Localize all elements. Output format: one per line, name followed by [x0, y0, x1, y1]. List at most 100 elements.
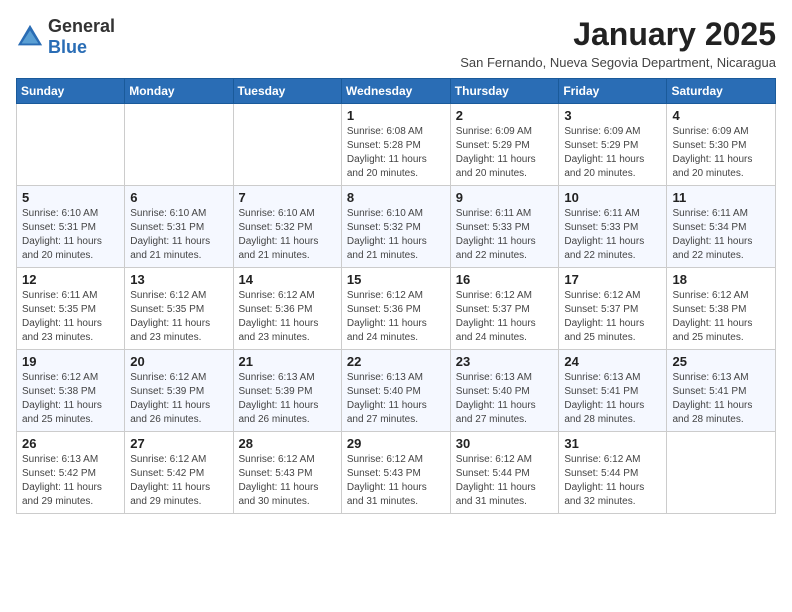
- calendar-day-25: 25Sunrise: 6:13 AMSunset: 5:41 PMDayligh…: [667, 350, 776, 432]
- calendar-day-5: 5 Sunrise: 6:10 AMSunset: 5:31 PMDaylight…: [17, 186, 125, 268]
- calendar-day-24: 24 Sunrise: 6:13 AMSunset: 5:41 PMDayligh…: [559, 350, 667, 432]
- day-number: 6: [130, 190, 227, 205]
- calendar-day-2: 2 Sunrise: 6:09 AMSunset: 5:29 PMDaylight…: [450, 104, 559, 186]
- calendar-day-18: 18 Sunrise: 6:12 AMSunset: 5:38 PMDayligh…: [667, 268, 776, 350]
- day-info: Sunrise: 6:12 AMSunset: 5:44 PMDaylight:…: [564, 453, 661, 509]
- day-number: 10: [564, 190, 661, 205]
- day-info: Sunrise: 6:11 AMSunset: 5:35 PMDaylight:…: [22, 289, 119, 345]
- day-info: Sunrise: 6:12 AMSunset: 5:36 PMDaylight:…: [239, 289, 336, 345]
- day-number: 28: [239, 436, 336, 451]
- day-number: 4: [672, 108, 770, 123]
- day-info: Sunrise: 6:12 AMSunset: 5:38 PMDaylight:…: [672, 289, 770, 345]
- day-info: Sunrise: 6:13 AMSunset: 5:41 PMDaylight:…: [564, 371, 661, 427]
- day-info: Sunrise: 6:11 AMSunset: 5:33 PMDaylight:…: [456, 207, 554, 263]
- day-info: Sunrise: 6:12 AMSunset: 5:37 PMDaylight:…: [456, 289, 554, 345]
- day-info: Sunrise: 6:13 AMSunset: 5:42 PMDaylight:…: [22, 453, 119, 509]
- calendar-day-27: 27 Sunrise: 6:12 AMSunset: 5:42 PMDayligh…: [125, 432, 233, 514]
- day-info: Sunrise: 6:12 AMSunset: 5:38 PMDaylight:…: [22, 371, 119, 427]
- calendar-week-5: 26 Sunrise: 6:13 AMSunset: 5:42 PMDayligh…: [17, 432, 776, 514]
- day-number: 11: [672, 190, 770, 205]
- day-number: 26: [22, 436, 119, 451]
- day-info: Sunrise: 6:10 AMSunset: 5:31 PMDaylight:…: [22, 207, 119, 263]
- day-number: 9: [456, 190, 554, 205]
- day-number: 24: [564, 354, 661, 369]
- weekday-header-row: SundayMondayTuesdayWednesdayThursdayFrid…: [17, 79, 776, 104]
- day-info: Sunrise: 6:12 AMSunset: 5:39 PMDaylight:…: [130, 371, 227, 427]
- calendar-week-2: 5 Sunrise: 6:10 AMSunset: 5:31 PMDaylight…: [17, 186, 776, 268]
- calendar-day-1: 1 Sunrise: 6:08 AMSunset: 5:28 PMDaylight…: [341, 104, 450, 186]
- day-number: 16: [456, 272, 554, 287]
- calendar-week-1: 1 Sunrise: 6:08 AMSunset: 5:28 PMDaylight…: [17, 104, 776, 186]
- day-number: 18: [672, 272, 770, 287]
- calendar-day-4: 4 Sunrise: 6:09 AMSunset: 5:30 PMDaylight…: [667, 104, 776, 186]
- calendar-day-26: 26 Sunrise: 6:13 AMSunset: 5:42 PMDayligh…: [17, 432, 125, 514]
- day-number: 5: [22, 190, 119, 205]
- day-info: Sunrise: 6:08 AMSunset: 5:28 PMDaylight:…: [347, 125, 445, 181]
- day-info: Sunrise: 6:12 AMSunset: 5:35 PMDaylight:…: [130, 289, 227, 345]
- calendar-day-6: 6 Sunrise: 6:10 AMSunset: 5:31 PMDaylight…: [125, 186, 233, 268]
- day-number: 15: [347, 272, 445, 287]
- day-number: 8: [347, 190, 445, 205]
- day-number: 14: [239, 272, 336, 287]
- day-number: 12: [22, 272, 119, 287]
- day-info: Sunrise: 6:10 AMSunset: 5:32 PMDaylight:…: [347, 207, 445, 263]
- day-info: Sunrise: 6:10 AMSunset: 5:31 PMDaylight:…: [130, 207, 227, 263]
- day-info: Sunrise: 6:11 AMSunset: 5:34 PMDaylight:…: [672, 207, 770, 263]
- day-number: 22: [347, 354, 445, 369]
- weekday-header-saturday: Saturday: [667, 79, 776, 104]
- day-info: Sunrise: 6:09 AMSunset: 5:29 PMDaylight:…: [564, 125, 661, 181]
- calendar-day-20: 20 Sunrise: 6:12 AMSunset: 5:39 PMDayligh…: [125, 350, 233, 432]
- day-info: Sunrise: 6:12 AMSunset: 5:43 PMDaylight:…: [347, 453, 445, 509]
- day-number: 17: [564, 272, 661, 287]
- day-number: 19: [22, 354, 119, 369]
- calendar-day-19: 19 Sunrise: 6:12 AMSunset: 5:38 PMDayligh…: [17, 350, 125, 432]
- calendar-day-9: 9 Sunrise: 6:11 AMSunset: 5:33 PMDaylight…: [450, 186, 559, 268]
- day-number: 13: [130, 272, 227, 287]
- calendar-day-22: 22 Sunrise: 6:13 AMSunset: 5:40 PMDayligh…: [341, 350, 450, 432]
- calendar-day-3: 3Sunrise: 6:09 AMSunset: 5:29 PMDaylight…: [559, 104, 667, 186]
- day-info: Sunrise: 6:13 AMSunset: 5:40 PMDaylight:…: [347, 371, 445, 427]
- day-number: 7: [239, 190, 336, 205]
- day-number: 1: [347, 108, 445, 123]
- calendar-week-4: 19 Sunrise: 6:12 AMSunset: 5:38 PMDayligh…: [17, 350, 776, 432]
- calendar-day-16: 16 Sunrise: 6:12 AMSunset: 5:37 PMDayligh…: [450, 268, 559, 350]
- calendar-week-3: 12 Sunrise: 6:11 AMSunset: 5:35 PMDayligh…: [17, 268, 776, 350]
- day-info: Sunrise: 6:09 AMSunset: 5:30 PMDaylight:…: [672, 125, 770, 181]
- logo-general: General: [48, 16, 115, 36]
- day-number: 23: [456, 354, 554, 369]
- day-info: Sunrise: 6:12 AMSunset: 5:42 PMDaylight:…: [130, 453, 227, 509]
- day-number: 27: [130, 436, 227, 451]
- day-info: Sunrise: 6:13 AMSunset: 5:40 PMDaylight:…: [456, 371, 554, 427]
- day-number: 2: [456, 108, 554, 123]
- day-info: Sunrise: 6:12 AMSunset: 5:37 PMDaylight:…: [564, 289, 661, 345]
- calendar-day-7: 7Sunrise: 6:10 AMSunset: 5:32 PMDaylight…: [233, 186, 341, 268]
- day-info: Sunrise: 6:13 AMSunset: 5:41 PMDaylight:…: [672, 371, 770, 427]
- calendar-day-29: 29Sunrise: 6:12 AMSunset: 5:43 PMDayligh…: [341, 432, 450, 514]
- day-info: Sunrise: 6:12 AMSunset: 5:43 PMDaylight:…: [239, 453, 336, 509]
- page-header: General Blue January 2025 San Fernando, …: [16, 16, 776, 70]
- title-block: January 2025 San Fernando, Nueva Segovia…: [460, 16, 776, 70]
- day-number: 20: [130, 354, 227, 369]
- calendar-day-11: 11 Sunrise: 6:11 AMSunset: 5:34 PMDayligh…: [667, 186, 776, 268]
- weekday-header-monday: Monday: [125, 79, 233, 104]
- calendar-day-30: 30Sunrise: 6:12 AMSunset: 5:44 PMDayligh…: [450, 432, 559, 514]
- calendar-day-21: 21Sunrise: 6:13 AMSunset: 5:39 PMDayligh…: [233, 350, 341, 432]
- logo-text: General Blue: [48, 16, 115, 58]
- weekday-header-wednesday: Wednesday: [341, 79, 450, 104]
- location-subtitle: San Fernando, Nueva Segovia Department, …: [460, 55, 776, 70]
- weekday-header-thursday: Thursday: [450, 79, 559, 104]
- day-info: Sunrise: 6:09 AMSunset: 5:29 PMDaylight:…: [456, 125, 554, 181]
- day-info: Sunrise: 6:12 AMSunset: 5:44 PMDaylight:…: [456, 453, 554, 509]
- weekday-header-tuesday: Tuesday: [233, 79, 341, 104]
- calendar-day-12: 12 Sunrise: 6:11 AMSunset: 5:35 PMDayligh…: [17, 268, 125, 350]
- weekday-header-sunday: Sunday: [17, 79, 125, 104]
- calendar-day-31: 31 Sunrise: 6:12 AMSunset: 5:44 PMDayligh…: [559, 432, 667, 514]
- day-number: 31: [564, 436, 661, 451]
- calendar-day-15: 15Sunrise: 6:12 AMSunset: 5:36 PMDayligh…: [341, 268, 450, 350]
- weekday-header-friday: Friday: [559, 79, 667, 104]
- calendar-empty-cell: [17, 104, 125, 186]
- calendar-day-13: 13 Sunrise: 6:12 AMSunset: 5:35 PMDayligh…: [125, 268, 233, 350]
- calendar-day-17: 17 Sunrise: 6:12 AMSunset: 5:37 PMDayligh…: [559, 268, 667, 350]
- calendar-empty-cell: [233, 104, 341, 186]
- day-number: 21: [239, 354, 336, 369]
